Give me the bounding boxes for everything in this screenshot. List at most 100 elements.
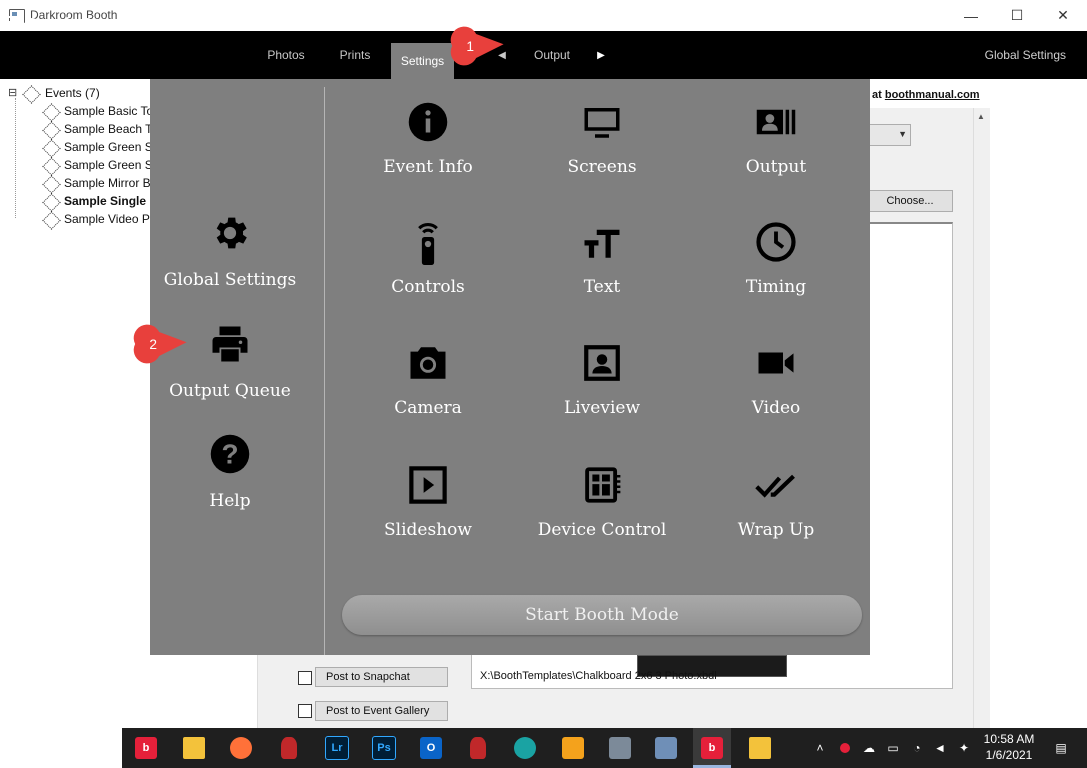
event-icon (44, 123, 58, 137)
outlook-icon[interactable]: O (412, 728, 450, 768)
tree-item[interactable]: Sample Green Sc (44, 140, 159, 158)
onedrive-cloud-icon[interactable]: ☁ (859, 728, 879, 768)
event-icon (44, 159, 58, 173)
liveview-menu-item[interactable]: Liveview (515, 342, 689, 418)
clock-time: 10:58 AM (983, 732, 1035, 746)
scroll-up-icon[interactable]: ▲ (973, 108, 989, 124)
tray-alert-icon[interactable] (835, 728, 855, 768)
help-label: Help (209, 491, 251, 511)
snapchat-checkbox[interactable] (298, 671, 312, 685)
question-icon: ? (210, 434, 250, 474)
chevron-down-icon: ▼ (898, 129, 907, 139)
post-to-snapchat-button[interactable]: Post to Snapchat (315, 667, 448, 687)
gear-icon (216, 217, 247, 249)
callout-1-number: 1 (466, 39, 474, 54)
network-icon[interactable] (647, 728, 685, 768)
tab-settings[interactable]: Settings (391, 43, 454, 79)
event-icon (44, 213, 58, 227)
tab-photos[interactable]: Photos (259, 31, 313, 79)
device-manager-icon[interactable] (601, 728, 639, 768)
taskbar-search-area[interactable] (0, 728, 122, 768)
choose-button[interactable]: Choose... (867, 190, 953, 212)
minimize-button[interactable]: — (948, 0, 994, 31)
tree-guide-line (15, 98, 17, 218)
tab-output[interactable]: Output (524, 31, 580, 79)
taskbar-clock[interactable]: 10:58 AM 1/6/2021 (975, 731, 1043, 763)
tray-chevron-up-icon[interactable]: ˄ (812, 728, 828, 768)
remote-desktop-icon[interactable] (554, 728, 592, 768)
maximize-button[interactable]: ☐ (994, 0, 1040, 31)
boothmanual-link[interactable]: boothmanual.com (885, 89, 980, 101)
device-control-menu-item[interactable]: Device Control (515, 464, 689, 540)
video-menu-item[interactable]: Video (689, 342, 863, 418)
text-menu-item[interactable]: Text (515, 221, 689, 297)
hamburger-menu-icon[interactable] (9, 16, 24, 30)
lightroom-icon[interactable]: Lr (318, 728, 356, 768)
manual-reference: at boothmanual.com (872, 89, 980, 101)
tree-item[interactable]: Sample Video Ph (44, 212, 157, 230)
tree-item[interactable]: Sample Green Sc (44, 158, 159, 176)
wrap-up-label: Wrap Up (737, 520, 815, 540)
printer-icon (212, 326, 248, 362)
firefox-icon[interactable] (222, 728, 260, 768)
booth-b-icon[interactable]: b (127, 728, 165, 768)
wifi-icon[interactable]: ◔ (907, 728, 927, 768)
at-label: at (872, 89, 882, 101)
screens-menu-item[interactable]: Screens (515, 101, 689, 177)
camera-menu-item[interactable]: Camera (341, 342, 515, 418)
wrap-up-menu-item[interactable]: Wrap Up (689, 464, 863, 540)
clock-icon (756, 222, 796, 262)
output-label: Output (745, 157, 807, 177)
battery-icon[interactable]: ▭ (883, 728, 903, 768)
tree-item[interactable]: Sample Mirror B (44, 176, 151, 194)
event-icon (44, 177, 58, 191)
booth-b-icon-active[interactable]: b (693, 728, 731, 768)
timing-menu-item[interactable]: Timing (689, 221, 863, 297)
edge-icon[interactable] (506, 728, 544, 768)
slideshow-menu-item[interactable]: Slideshow (341, 464, 515, 540)
global-settings-menu-item[interactable]: Global Settings (150, 212, 310, 290)
help-menu-item[interactable]: ? Help (150, 433, 310, 511)
vertical-scrollbar[interactable] (973, 108, 990, 728)
lantern-icon[interactable] (270, 728, 308, 768)
dropbox-icon[interactable]: ✦ (954, 728, 974, 768)
callout-1-badge: 1 (450, 26, 504, 66)
event-icon (44, 141, 58, 155)
close-button[interactable]: ✕ (1040, 0, 1086, 31)
double-check-icon (755, 474, 795, 498)
portrait-icon (584, 345, 620, 381)
template-path: X:\BoothTemplates\Chalkboard 2x6 3 Photo… (480, 670, 717, 682)
event-group-icon (24, 87, 38, 101)
start-booth-mode-button[interactable]: Start Booth Mode (342, 595, 862, 635)
event-gallery-checkbox[interactable] (298, 704, 312, 718)
photoshop-icon[interactable]: Ps (365, 728, 403, 768)
output-icon (756, 109, 796, 135)
tab-prints[interactable]: Prints (330, 31, 380, 79)
tree-item[interactable]: Sample Basic To (44, 104, 153, 122)
lantern-icon[interactable] (459, 728, 497, 768)
sticky-notes-icon[interactable] (741, 728, 779, 768)
post-to-event-gallery-button[interactable]: Post to Event Gallery (315, 701, 448, 721)
volume-icon[interactable]: ◄ (930, 728, 950, 768)
global-settings-link[interactable]: Global Settings (985, 48, 1066, 62)
callout-2-badge: 2 (133, 324, 187, 364)
output-menu-item[interactable]: Output (689, 101, 863, 177)
svg-text:?: ? (221, 439, 238, 470)
controls-menu-item[interactable]: Controls (341, 221, 515, 297)
callout-2-number: 2 (149, 337, 157, 352)
event-info-menu-item[interactable]: Event Info (341, 101, 515, 177)
file-explorer-icon[interactable] (175, 728, 213, 768)
output-queue-label: Output Queue (169, 381, 291, 401)
info-icon (408, 102, 448, 142)
tree-item-selected[interactable]: Sample Single I (44, 194, 153, 212)
screens-label: Screens (567, 157, 637, 177)
tree-item[interactable]: Sample Beach Th (44, 122, 159, 140)
event-title: Sample Single Image Event (27, 15, 213, 32)
overlay-divider (324, 87, 325, 655)
global-settings-label: Global Settings (163, 270, 297, 290)
remote-icon (418, 223, 438, 265)
slideshow-label: Slideshow (384, 520, 472, 540)
nav-next-arrow[interactable]: ▶ (594, 31, 608, 79)
tree-root[interactable]: Events (7) (24, 86, 100, 104)
notification-center-icon[interactable]: ▤ (1050, 728, 1072, 768)
